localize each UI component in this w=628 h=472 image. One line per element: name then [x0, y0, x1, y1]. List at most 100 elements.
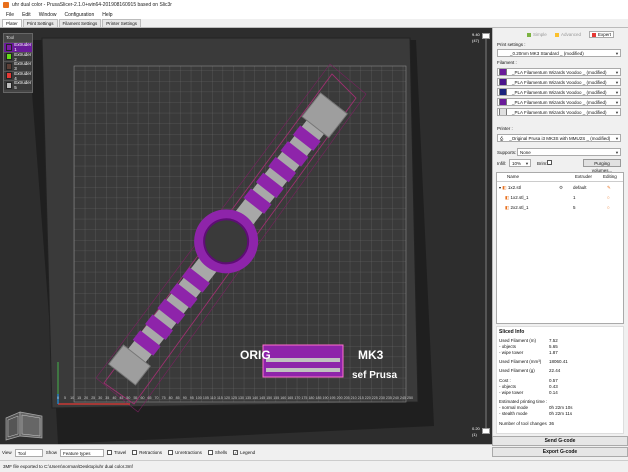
mode-simple[interactable]: Simple — [527, 31, 547, 38]
bed-logo-left: ORIG — [240, 348, 271, 362]
bed-tick-label: 70 — [155, 396, 159, 400]
extruder-legend-header: Tool — [6, 35, 15, 40]
bed-tick-label: 150 — [266, 396, 272, 400]
menu-configuration[interactable]: Configuration — [60, 12, 98, 18]
bed-tick-label: 110 — [210, 396, 216, 400]
bed-tick-label: 205 — [344, 396, 350, 400]
supports-select[interactable]: None ▼ — [517, 148, 621, 156]
col-extruder: Extruder — [575, 174, 593, 179]
show-select[interactable]: Feature types — [59, 448, 104, 457]
checkmark-icon: ✓ — [233, 450, 239, 455]
print-settings-select[interactable]: _0.20mm MK3 Standard _ (modified) ▼ — [497, 49, 621, 57]
list-item[interactable]: ◧ 2x2.stl_1 5 ○ — [505, 205, 623, 211]
bed-tick-label: 180 — [308, 396, 314, 400]
menu-window[interactable]: Window — [35, 12, 61, 18]
export-gcode-button[interactable]: Export G-code — [492, 447, 628, 457]
bed-tick-label: 165 — [287, 396, 293, 400]
bed-tick-label: 40 — [112, 396, 116, 400]
bed-tick-label: 190 — [323, 396, 329, 400]
layer-top-index: (47) — [472, 38, 480, 43]
shells-checkbox[interactable]: Shells — [207, 450, 227, 455]
simple-mode-icon — [527, 32, 531, 37]
bed-tick-label: 45 — [119, 396, 123, 400]
settings-icon: ⚙ — [559, 185, 564, 190]
bed-tick-label: 60 — [140, 396, 144, 400]
bed-tick-label: 10 — [70, 396, 74, 400]
slider-top-thumb[interactable] — [482, 33, 490, 39]
send-gcode-button[interactable]: Send G-code — [492, 436, 628, 446]
infill-select[interactable]: 10% ▼ — [509, 159, 531, 167]
mode-expert[interactable]: Expert — [589, 31, 615, 38]
bed-logo-bottom: sef Prusa — [352, 370, 397, 381]
purging-volumes-button[interactable]: Purging volumes... — [583, 159, 621, 173]
list-item[interactable]: ◧ 1x2.stl_1 1 ○ — [505, 195, 623, 201]
show-label: Show — [45, 450, 57, 455]
mode-advanced[interactable]: Advanced — [555, 31, 581, 38]
list-item[interactable]: ▾ ◧ 1x2.stl ⚙ default ✎ — [499, 185, 623, 191]
slider-bottom-thumb[interactable] — [482, 428, 490, 434]
advanced-mode-icon — [555, 32, 559, 37]
color-swatch — [6, 72, 13, 80]
tab-printer-settings[interactable]: Printer Settings — [102, 19, 142, 27]
bed-tick-label: 115 — [217, 396, 223, 400]
filament-label: Filament : — [497, 60, 517, 65]
chevron-down-icon: ▼ — [615, 70, 619, 75]
print-bed-view: ORIG MK3 sef Prusa 0 5 10 15 20 25 30 35 40 45 50 5… — [28, 37, 434, 444]
printer-label: Printer : — [497, 126, 513, 131]
bed-tick-label: 125 — [231, 396, 237, 400]
filament-select-2[interactable]: _PLA Filamentum Wizards Voodoo _ (modifi… — [497, 78, 621, 86]
bed-tick-label: 140 — [252, 396, 258, 400]
view-select[interactable]: Tool — [14, 448, 43, 457]
bed-tick-label: 135 — [245, 396, 251, 400]
brim-label: Brim: — [537, 161, 548, 166]
layer-slider[interactable]: 9.40 (47) 0.20 (1) — [472, 30, 492, 442]
bed-tick-label: 155 — [273, 396, 279, 400]
chevron-down-icon: ▼ — [615, 110, 619, 115]
checkbox-box — [207, 450, 213, 455]
filament-select-1[interactable]: _PLA Filamentum Wizards Voodoo _ (modifi… — [497, 68, 621, 76]
filament-color-swatch — [499, 79, 507, 85]
bed-tick-label: 175 — [301, 396, 307, 400]
layer-top-value: 9.40 — [472, 32, 480, 37]
supports-label: Supports: — [497, 150, 517, 155]
chevron-down-icon: ▼ — [525, 161, 529, 166]
view-cube[interactable] — [4, 408, 44, 442]
bed-tick-label: 80 — [169, 396, 173, 400]
legend-checkbox[interactable]: ✓ Legend — [233, 450, 255, 455]
legend-row-extruder-4: Extruder 4 — [4, 70, 32, 81]
bed-tick-label: 75 — [162, 396, 166, 400]
preview-toolbar: View Tool Show Feature types Travel Retr… — [0, 444, 492, 460]
menu-file[interactable]: File — [2, 12, 18, 18]
menu-edit[interactable]: Edit — [18, 12, 35, 18]
printer-select[interactable]: ⎙ _Original Prusa i3 MK3S with MMU2S _ (m… — [497, 134, 621, 142]
extruder-legend: Tool Extruder 1 Extruder 2 Extruder 3 Ex… — [3, 33, 33, 93]
tab-print-settings[interactable]: Print Settings — [22, 19, 58, 27]
print-settings-label: Print settings : — [497, 42, 526, 47]
bed-tick-label: 85 — [176, 396, 180, 400]
view-label: View — [2, 450, 12, 455]
bed-tick-label: 0 — [57, 396, 59, 400]
tab-filament-settings[interactable]: Filament Settings — [58, 19, 102, 27]
bed-tick-label: 185 — [315, 396, 321, 400]
tab-plater[interactable]: Plater — [2, 19, 22, 27]
filament-color-swatch — [499, 109, 507, 115]
brim-checkbox[interactable] — [547, 160, 552, 165]
filament-select-4[interactable]: _PLA Filamentum Wizards Voodoo _ (modifi… — [497, 98, 621, 106]
chevron-down-icon: ▼ — [615, 80, 619, 85]
color-swatch — [6, 43, 13, 51]
bed-tick-label: 245 — [400, 396, 406, 400]
tab-bar: Plater Print Settings Filament Settings … — [0, 19, 628, 28]
color-swatch — [6, 81, 13, 89]
bed-tick-label: 250 — [407, 396, 413, 400]
3d-viewport[interactable]: ORIG MK3 sef Prusa 0 5 10 15 20 25 30 35 40 45 50 5… — [0, 28, 492, 444]
unretractions-checkbox[interactable]: Unretractions — [168, 450, 202, 455]
chevron-down-icon: ▼ — [615, 136, 619, 141]
bed-tick-label: 145 — [259, 396, 265, 400]
retractions-checkbox[interactable]: Retractions — [132, 450, 162, 455]
filament-select-3[interactable]: _PLA Filamentum Wizards Voodoo _ (modifi… — [497, 88, 621, 96]
bed-tick-label: 120 — [224, 396, 230, 400]
filament-select-5[interactable]: _PLA Filamentum Wizards Voodoo _ (modifi… — [497, 108, 621, 116]
menu-help[interactable]: Help — [98, 12, 116, 18]
travel-checkbox[interactable]: Travel — [106, 450, 126, 455]
part-icon: ◧ — [505, 205, 510, 210]
